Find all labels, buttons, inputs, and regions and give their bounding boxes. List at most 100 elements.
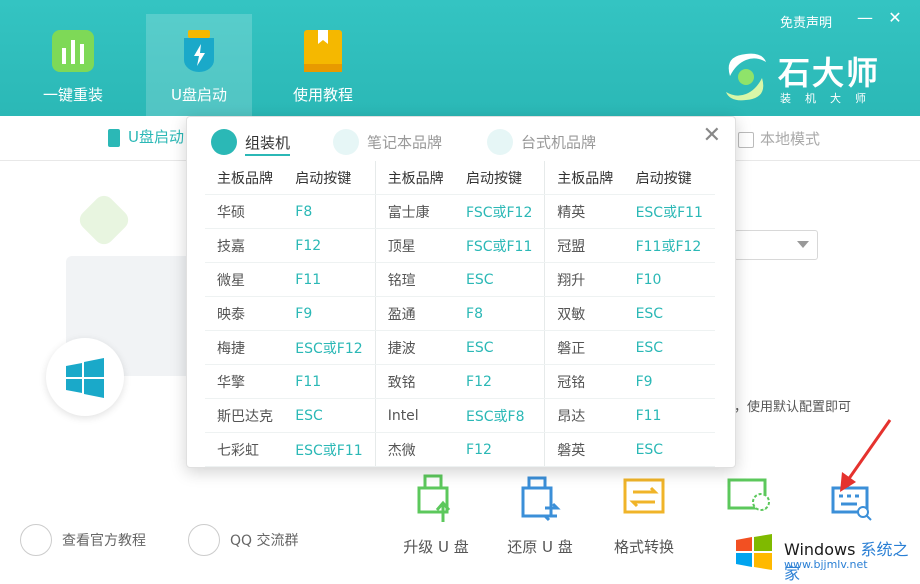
brand-cell: 磐英 [544, 432, 624, 467]
brand-cell: 致铭 [375, 364, 455, 399]
windows-logo-icon [46, 338, 124, 416]
table-row: 映泰 F9 盈通 F8 双敏 ESC [205, 296, 715, 331]
key-cell: F12 [283, 228, 376, 263]
brand-cell: 双敏 [544, 296, 624, 331]
nav-tutorial[interactable]: 使用教程 [270, 14, 376, 116]
watermark-title-en: Windows [784, 540, 856, 559]
usb-icon [108, 128, 120, 147]
brand-subtitle: 装机大师 [780, 92, 880, 105]
brand-cell: 斯巴达克 [205, 398, 284, 433]
key-cell: F9 [283, 296, 376, 331]
usb-upload-icon [417, 474, 451, 522]
monitor-loading-icon [727, 478, 770, 511]
bar-chart-icon [52, 30, 94, 72]
table-row: 华硕 F8 富士康 FSC或F12 精英 ESC或F11 [205, 194, 715, 229]
table-header-row: 主板品牌 启动按键 主板品牌 启动按键 主板品牌 启动按键 [205, 161, 715, 195]
key-cell: ESC [454, 330, 546, 365]
book-icon [20, 524, 52, 556]
brand-logo: 石大师 装机大师 [720, 48, 900, 108]
key-cell: F12 [454, 364, 546, 399]
popup-tab-label: 笔记本品牌 [367, 133, 443, 152]
tool-label: 还原 U 盘 [507, 538, 573, 556]
qq-group-link[interactable]: QQ 交流群 [230, 530, 299, 550]
key-cell: F8 [454, 296, 546, 331]
assembled-pc-icon [211, 129, 237, 155]
brand-cell: 七彩虹 [205, 432, 284, 467]
tool-label: 升级 U 盘 [403, 538, 469, 556]
key-cell: ESC [623, 432, 715, 467]
partial-tool-button[interactable] [708, 474, 788, 530]
key-cell: FSC或F11 [454, 228, 546, 263]
chevron-down-icon [797, 241, 809, 248]
brand-cell: 华硕 [205, 194, 284, 229]
key-cell: ESC [623, 296, 715, 331]
brand-cell: 捷波 [375, 330, 455, 365]
table-row: 华擎 F11 致铭 F12 冠铭 F9 [205, 364, 715, 399]
brand-cell: 精英 [544, 194, 624, 229]
official-tutorial-link[interactable]: 查看官方教程 [62, 530, 146, 550]
close-icon[interactable]: ✕ [703, 123, 721, 148]
popup-tab-laptop[interactable]: 笔记本品牌 [333, 129, 442, 155]
watermark: Windows 系统之家 www.bjjmlv.net [724, 524, 920, 583]
boot-key-popup: 组装机 笔记本品牌 台式机品牌 ✕ 主板品牌 启动按键 主板品牌 启动按键 主板… [186, 116, 736, 468]
default-config-hint: ，使用默认配置即可 [734, 400, 852, 415]
red-arrow-annotation [840, 419, 892, 492]
key-cell: F12 [454, 432, 546, 467]
key-cell: ESC或F12 [283, 330, 376, 365]
popup-tab-assembled[interactable]: 组装机 [211, 129, 291, 156]
local-mode-icon [738, 131, 754, 148]
format-convert-button[interactable]: 格式转换 [604, 474, 684, 557]
brand-cell: 盈通 [375, 296, 455, 331]
key-cell: ESC [454, 262, 546, 297]
key-cell: F11 [283, 364, 376, 399]
popup-tab-desktop[interactable]: 台式机品牌 [487, 129, 596, 155]
column-header: 主板品牌 [375, 161, 455, 195]
brand-cell: 映泰 [205, 296, 284, 331]
key-cell: ESC [283, 398, 376, 433]
brand-cell: 冠铭 [544, 364, 624, 399]
boot-key-table: 主板品牌 启动按键 主板品牌 启动按键 主板品牌 启动按键 华硕 F8 富士康 … [205, 161, 715, 467]
key-cell: ESC或F11 [623, 194, 715, 229]
brand-cell: 华擎 [205, 364, 284, 399]
brand-cell: 翔升 [544, 262, 624, 297]
upgrade-u-disk-button[interactable]: 升级 U 盘 [396, 474, 476, 557]
close-icon[interactable]: ✕ [886, 8, 904, 27]
brand-cell: 磐正 [544, 330, 624, 365]
table-row: 梅捷 ESC或F12 捷波 ESC 磐正 ESC [205, 330, 715, 365]
brand-cell: 铭瑄 [375, 262, 455, 297]
key-cell: F8 [283, 194, 376, 229]
brand-cell: 顶星 [375, 228, 455, 263]
brand-cell: 微星 [205, 262, 284, 297]
disclaimer-link[interactable]: 免责声明 [780, 12, 832, 31]
brand-cell: 冠盟 [544, 228, 624, 263]
tool-label: 格式转换 [613, 538, 674, 556]
brand-cell: 杰微 [375, 432, 455, 467]
column-header: 启动按键 [283, 161, 376, 195]
diamond-icon [75, 191, 133, 249]
restore-u-disk-button[interactable]: 还原 U 盘 [500, 474, 580, 557]
minimize-icon[interactable]: — [856, 8, 874, 27]
column-header: 启动按键 [623, 161, 715, 195]
windows-flag-icon [736, 534, 772, 570]
tab-label: 本地模式 [760, 130, 821, 148]
table-row: 微星 F11 铭瑄 ESC 翔升 F10 [205, 262, 715, 297]
nav-u-disk-boot[interactable]: U盘启动 [146, 14, 252, 116]
brand-cell: 昂达 [544, 398, 624, 433]
nav-label: 一键重装 [42, 86, 103, 104]
mode-select[interactable] [734, 230, 818, 260]
tab-local-mode[interactable]: 本地模式 [738, 128, 820, 149]
key-cell: ESC [623, 330, 715, 365]
tab-label: U盘启动 [128, 128, 184, 146]
brand-cell: 技嘉 [205, 228, 284, 263]
key-cell: ESC或F8 [454, 398, 546, 433]
table-row: 七彩虹 ESC或F11 杰微 F12 磐英 ESC [205, 432, 715, 467]
nav-one-click-reinstall[interactable]: 一键重装 [20, 14, 126, 116]
book-icon [304, 30, 342, 72]
tab-u-disk-boot[interactable]: U盘启动 [108, 126, 184, 147]
key-cell: ESC或F11 [283, 432, 376, 467]
brand-cell: 梅捷 [205, 330, 284, 365]
key-cell: F9 [623, 364, 715, 399]
key-cell: FSC或F12 [454, 194, 546, 229]
brand-title: 石大师 [778, 54, 881, 92]
format-convert-icon [623, 478, 665, 514]
